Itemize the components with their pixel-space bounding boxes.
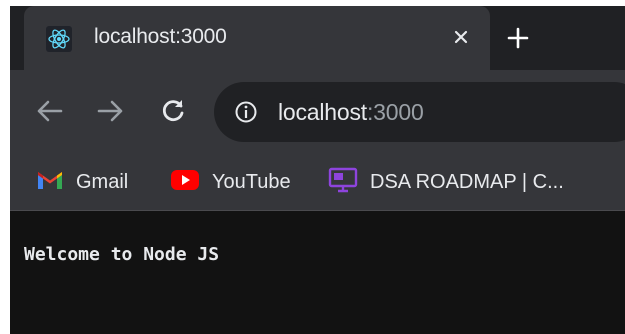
browser-window: localhost:3000 localhost:3000 Gmail YouT… <box>10 6 625 334</box>
bookmark-gmail[interactable]: Gmail <box>36 164 128 200</box>
tab-title: localhost:3000 <box>94 25 227 48</box>
bookmark-dsa-roadmap[interactable]: DSA ROADMAP | C... <box>328 164 564 200</box>
tab-strip: localhost:3000 <box>10 6 625 70</box>
tab-localhost[interactable]: localhost:3000 <box>24 6 490 70</box>
bookmark-label: YouTube <box>212 170 291 193</box>
url-text: localhost:3000 <box>278 99 424 126</box>
bookmark-youtube[interactable]: YouTube <box>170 164 291 200</box>
react-icon <box>46 26 72 52</box>
bookmark-label: DSA ROADMAP | C... <box>370 170 564 193</box>
bookmarks-bar: Gmail YouTube DSA ROADMAP | C... <box>10 156 625 211</box>
youtube-icon <box>170 169 200 196</box>
arrow-left-icon[interactable] <box>32 94 66 128</box>
info-icon[interactable] <box>234 100 258 124</box>
reload-icon[interactable] <box>156 94 190 128</box>
monitor-icon <box>328 167 358 198</box>
welcome-text: Welcome to Node JS <box>24 244 220 265</box>
toolbar: localhost:3000 <box>10 70 625 156</box>
bookmark-label: Gmail <box>76 170 129 193</box>
address-bar[interactable]: localhost:3000 <box>214 82 625 142</box>
gmail-icon <box>36 169 64 196</box>
page-content: Welcome to Node JS <box>10 211 625 334</box>
url-port: :3000 <box>366 99 424 125</box>
url-host: localhost <box>278 99 367 125</box>
close-icon[interactable] <box>446 22 476 52</box>
arrow-right-icon[interactable] <box>94 94 128 128</box>
plus-icon[interactable] <box>502 22 534 54</box>
